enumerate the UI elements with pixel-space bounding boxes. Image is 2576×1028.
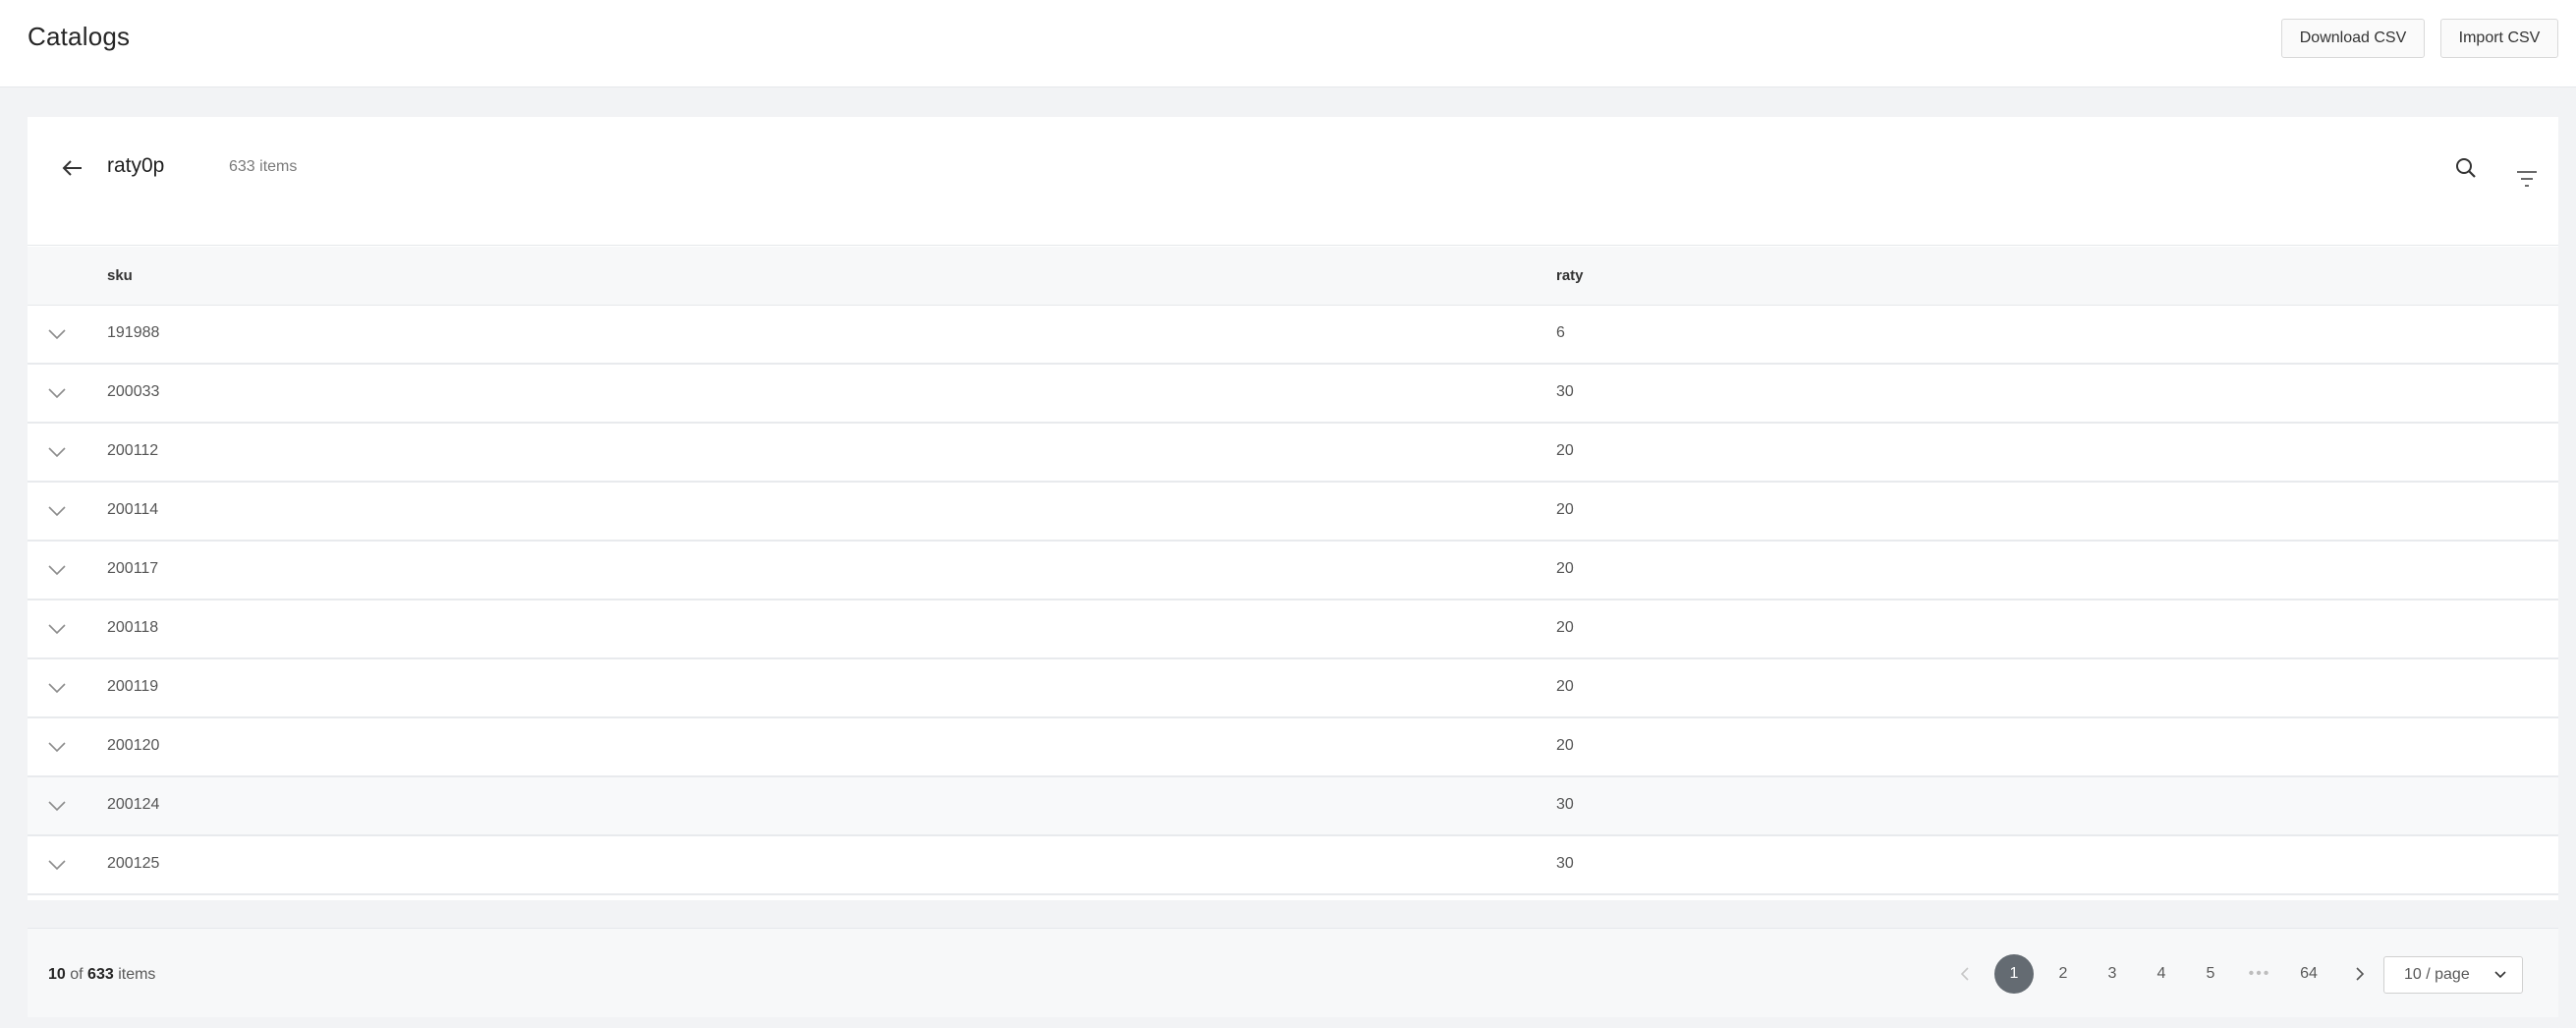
cell-raty: 20 [1556,678,1574,695]
table-row[interactable]: 200033 30 [28,365,2558,424]
cell-sku: 200117 [107,560,159,577]
cell-raty: 30 [1556,796,1574,813]
catalog-card: raty0p 633 items sku raty 191988 6 20003… [28,117,2558,1017]
chevron-down-icon[interactable] [47,858,67,872]
chevron-down-icon[interactable] [47,740,67,754]
table-row[interactable]: 200117 20 [28,542,2558,600]
page-title: Catalogs [28,22,131,51]
cell-raty: 20 [1556,560,1574,577]
cell-sku: 200120 [107,737,160,754]
chevron-down-icon[interactable] [47,622,67,636]
search-icon[interactable] [2454,156,2478,180]
column-header-sku[interactable]: sku [107,267,133,284]
cell-raty: 20 [1556,619,1574,636]
page-size-select[interactable]: 10 / page [2383,956,2523,994]
page-size-label: 10 / page [2404,966,2470,983]
cell-sku: 200119 [107,678,159,695]
table-header: sku raty [28,247,2558,306]
chevron-left-icon[interactable] [1945,954,1985,994]
page-4-button[interactable]: 4 [2142,954,2181,994]
shown-count: 10 [48,966,66,983]
chevron-down-icon[interactable] [47,799,67,813]
table-row[interactable]: 200119 20 [28,659,2558,718]
item-count: 633 items [229,158,298,175]
page-1-button[interactable]: 1 [1994,954,2034,994]
chevron-down-icon[interactable] [47,681,67,695]
chevron-down-icon [2494,971,2506,979]
page-last-button[interactable]: 64 [2289,954,2328,994]
table-body: 191988 6 200033 30 200112 20 200114 20 2… [28,306,2558,895]
catalog-toolbar: raty0p 633 items [28,117,2558,246]
cell-raty: 30 [1556,383,1574,400]
cell-sku: 200112 [107,442,159,459]
pagination-bar: 10 of 633 items 1 2 3 4 5 ••• 64 10 / pa… [28,928,2558,1017]
table-row[interactable]: 200118 20 [28,600,2558,659]
items-summary: 10 of 633 items [48,966,155,984]
chevron-down-icon[interactable] [47,445,67,459]
table-row[interactable]: 200124 30 [28,777,2558,836]
page-ellipsis[interactable]: ••• [2240,954,2279,994]
cell-sku: 191988 [107,324,160,341]
table-row[interactable]: 200120 20 [28,718,2558,777]
catalog-name: raty0p [107,154,165,177]
cell-raty: 30 [1556,855,1574,872]
table-scroll-gap [28,900,2558,928]
cell-sku: 200124 [107,796,160,813]
chevron-down-icon[interactable] [47,504,67,518]
table-row[interactable]: 191988 6 [28,306,2558,365]
table-row[interactable]: 200112 20 [28,424,2558,483]
cell-raty: 20 [1556,737,1574,754]
of-label: of [70,966,84,983]
cell-sku: 200114 [107,501,159,518]
cell-raty: 20 [1556,442,1574,459]
chevron-down-icon[interactable] [47,386,67,400]
top-bar: Catalogs Download CSV Import CSV [0,0,2576,87]
cell-sku: 200125 [107,855,160,872]
items-label: items [118,966,156,983]
page-2-button[interactable]: 2 [2044,954,2083,994]
page-5-button[interactable]: 5 [2191,954,2230,994]
cell-raty: 6 [1556,324,1565,341]
download-csv-button[interactable]: Download CSV [2281,19,2425,58]
filter-icon[interactable] [2515,169,2539,189]
table-row[interactable]: 200114 20 [28,483,2558,542]
total-count: 633 [87,966,114,983]
page-3-button[interactable]: 3 [2093,954,2132,994]
cell-sku: 200033 [107,383,160,400]
cell-sku: 200118 [107,619,159,636]
chevron-right-icon[interactable] [2340,954,2380,994]
table-row[interactable]: 200125 30 [28,836,2558,895]
cell-raty: 20 [1556,501,1574,518]
import-csv-button[interactable]: Import CSV [2440,19,2558,58]
chevron-down-icon[interactable] [47,327,67,341]
column-header-raty[interactable]: raty [1556,267,1584,284]
chevron-down-icon[interactable] [47,563,67,577]
arrow-left-icon[interactable] [61,156,84,180]
